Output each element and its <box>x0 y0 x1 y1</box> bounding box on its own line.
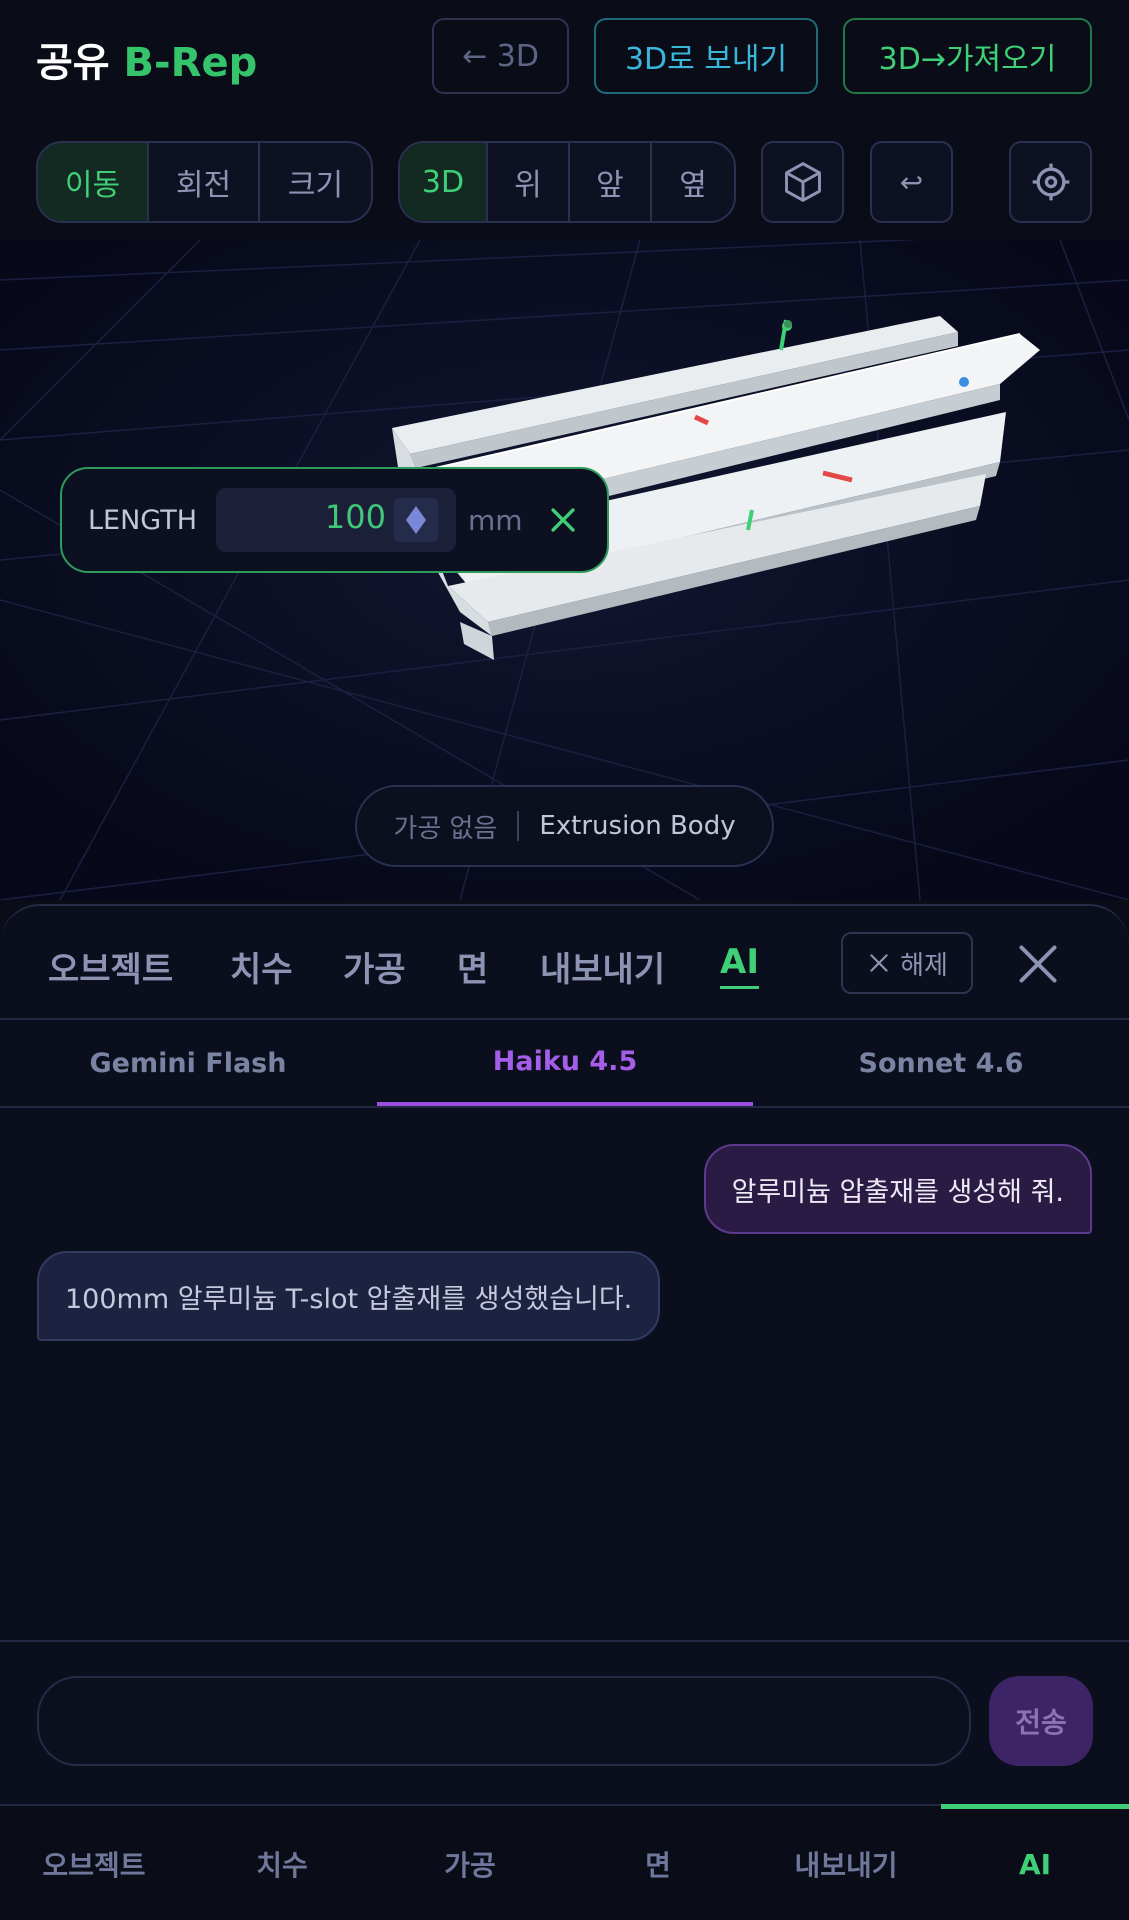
machining-status: 가공 없음 <box>393 813 498 844</box>
import-from-3d-button[interactable]: 3D→가져오기 <box>843 18 1092 94</box>
view-side-button[interactable]: 옆 <box>652 143 734 221</box>
app-title: 공유 B-Rep <box>36 30 257 88</box>
nav-dimension[interactable]: 치수 <box>188 1806 376 1920</box>
view-front-button[interactable]: 앞 <box>570 143 652 221</box>
view-mode-group: 3D 위 앞 옆 <box>398 141 736 223</box>
model-tab-sonnet[interactable]: Sonnet 4.6 <box>753 1020 1129 1106</box>
undo-icon: ↩ <box>899 165 924 199</box>
undo-button[interactable]: ↩ <box>870 141 953 223</box>
param-value-field[interactable]: 100 <box>216 488 456 552</box>
app-header: 공유 B-Rep ← 3D 3D로 보내기 3D→가져오기 <box>0 0 1129 120</box>
nav-export[interactable]: 내보내기 <box>752 1806 940 1920</box>
value-stepper[interactable] <box>394 498 438 542</box>
nav-ai[interactable]: AI <box>941 1806 1129 1920</box>
model-tabs: Gemini Flash Haiku 4.5 Sonnet 4.6 <box>0 1020 1129 1108</box>
transform-move-button[interactable]: 이동 <box>38 143 149 221</box>
tab-object[interactable]: 오브젝트 <box>48 942 173 991</box>
param-label: LENGTH <box>88 504 198 536</box>
tab-face[interactable]: 면 <box>457 942 488 991</box>
tab-dimension[interactable]: 치수 <box>230 942 293 991</box>
nav-machining[interactable]: 가공 <box>376 1806 564 1920</box>
chat-input[interactable] <box>37 1676 971 1766</box>
app-title-accent: B-Rep <box>123 40 258 86</box>
bottom-nav: 오브젝트 치수 가공 면 내보내기 AI <box>0 1804 1129 1920</box>
bottom-panel: 오브젝트 치수 가공 면 내보내기 AI 해제 Gemini Flash Hai… <box>0 904 1129 1804</box>
param-editor: LENGTH 100 mm <box>60 467 609 573</box>
close-panel-icon[interactable] <box>1016 942 1060 986</box>
param-value: 100 <box>324 498 386 536</box>
cube-view-button[interactable] <box>761 141 844 223</box>
user-message: 알루미늄 압출재를 생성해 줘. <box>703 1144 1092 1234</box>
status-divider <box>517 811 520 841</box>
param-unit: mm <box>468 503 523 537</box>
panel-tabs: 오브젝트 치수 가공 면 내보내기 AI 해제 <box>0 906 1129 1020</box>
close-icon <box>870 954 888 972</box>
tab-export[interactable]: 내보내기 <box>540 942 665 991</box>
close-icon[interactable] <box>546 503 580 537</box>
release-label: 해제 <box>900 950 948 981</box>
body-type: Extrusion Body <box>539 811 736 841</box>
back-to-3d-button[interactable]: ← 3D <box>432 18 569 94</box>
tab-ai[interactable]: AI <box>720 942 759 989</box>
tab-machining[interactable]: 가공 <box>343 942 406 991</box>
input-divider <box>0 1640 1129 1642</box>
status-badge: 가공 없음 Extrusion Body <box>355 785 774 867</box>
gear-icon <box>1032 163 1069 201</box>
stepper-icon <box>406 506 426 534</box>
transform-mode-group: 이동 회전 크기 <box>36 141 373 223</box>
nav-object[interactable]: 오브젝트 <box>0 1806 188 1920</box>
send-to-3d-button[interactable]: 3D로 보내기 <box>594 18 818 94</box>
settings-button[interactable] <box>1009 141 1092 223</box>
cube-icon <box>784 162 821 202</box>
view-3d-button[interactable]: 3D <box>400 143 488 221</box>
assistant-message: 100mm 알루미늄 T-slot 압출재를 생성했습니다. <box>37 1251 661 1341</box>
model-tab-gemini-flash[interactable]: Gemini Flash <box>0 1020 376 1106</box>
transform-rotate-button[interactable]: 회전 <box>149 143 260 221</box>
release-button[interactable]: 해제 <box>841 932 973 994</box>
transform-scale-button[interactable]: 크기 <box>260 143 371 221</box>
model-tab-haiku[interactable]: Haiku 4.5 <box>377 1020 753 1106</box>
view-top-button[interactable]: 위 <box>488 143 570 221</box>
send-button[interactable]: 전송 <box>989 1676 1093 1766</box>
app-title-prefix: 공유 <box>36 40 110 86</box>
nav-face[interactable]: 면 <box>564 1806 752 1920</box>
